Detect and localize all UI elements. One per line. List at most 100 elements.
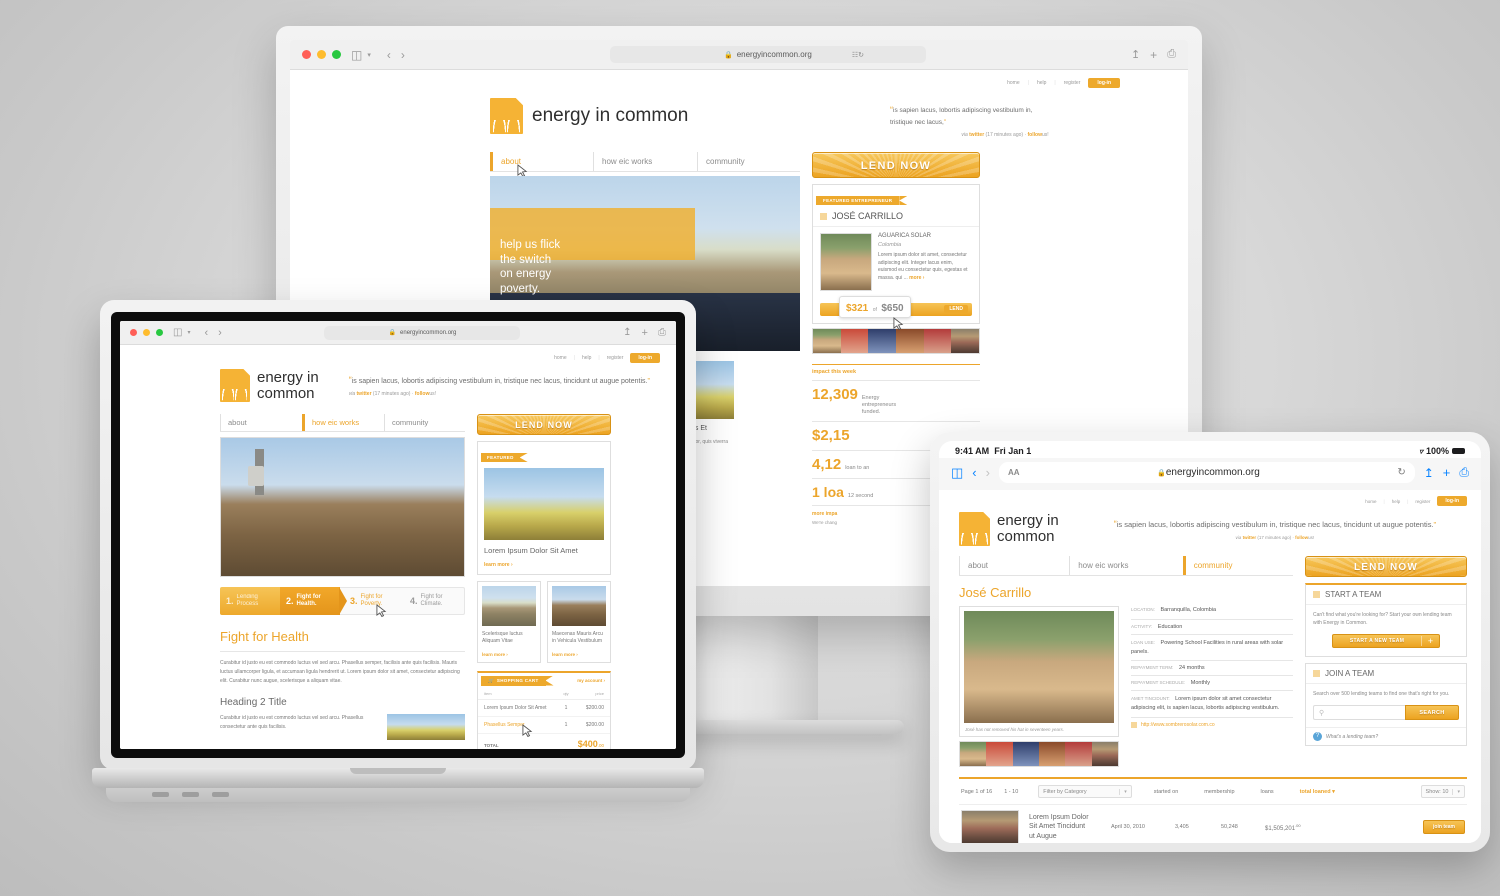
twitter-link[interactable]: twitter	[969, 132, 984, 138]
nav-item-how-eic-works[interactable]: how eic works	[1069, 556, 1183, 575]
lend-now-button[interactable]: LEND NOW	[1305, 556, 1467, 577]
follow-link[interactable]: follow	[1295, 535, 1308, 540]
chevron-down-icon[interactable]: ▾	[187, 329, 190, 336]
featured-learn-more[interactable]: learn more ›	[484, 562, 604, 568]
table-row[interactable]: Lorem Ipsum Dolor Sit Amet Tincidunt ut …	[959, 804, 1467, 843]
profile-website-row[interactable]: http://www.sombrerosolar.com.co	[1131, 721, 1293, 728]
back-icon[interactable]: ‹	[387, 48, 391, 62]
text-size-button[interactable]: AA	[1008, 468, 1020, 477]
top-nav-register[interactable]: register	[1415, 499, 1430, 504]
column-total-loaned[interactable]: total loaned ▾	[1300, 789, 1335, 795]
step-3[interactable]: 3. Fight for Poverty.	[340, 587, 404, 618]
thumbnail[interactable]	[960, 742, 987, 766]
new-tab-icon[interactable]: +	[1150, 48, 1157, 62]
top-nav-home[interactable]: home	[1007, 80, 1020, 86]
step-4[interactable]: 4. Fight for Climate.	[404, 587, 465, 615]
new-tab-icon[interactable]: +	[1443, 465, 1451, 480]
tablet-logo[interactable]: energy in common	[959, 512, 1059, 546]
tabs-icon[interactable]: ⎙	[658, 327, 666, 338]
login-button[interactable]: log-in	[1088, 78, 1120, 88]
twitter-link[interactable]: twitter	[357, 391, 372, 397]
column-started-on[interactable]: started on	[1154, 789, 1178, 795]
nav-item-how-eic-works[interactable]: how eic works	[593, 152, 697, 171]
more-link[interactable]: more ›	[909, 275, 924, 281]
top-nav-register[interactable]: register	[607, 355, 624, 361]
nav-item-about[interactable]: about	[959, 556, 1069, 575]
tabs-icon[interactable]: ⎙	[1459, 465, 1469, 480]
share-icon[interactable]: ↥	[623, 327, 631, 338]
lending-team-help-link[interactable]: What's a lending team?	[1326, 734, 1378, 740]
top-nav-help[interactable]: help	[582, 355, 591, 361]
new-tab-icon[interactable]: +	[642, 327, 648, 339]
top-nav-register[interactable]: register	[1064, 80, 1081, 86]
forward-icon[interactable]: ›	[986, 465, 990, 480]
window-controls[interactable]	[302, 50, 341, 59]
nav-item-community[interactable]: community	[1182, 556, 1293, 575]
top-nav-home[interactable]: home	[1365, 499, 1376, 504]
desktop-logo[interactable]: energy in common	[490, 98, 850, 134]
step-2[interactable]: 2. Fight for Health.	[280, 587, 347, 615]
sidebar-icon[interactable]: ◫	[951, 465, 963, 481]
nav-item-community[interactable]: community	[384, 414, 465, 431]
address-bar[interactable]: 🔒 energyincommon.org ☷↻	[609, 46, 926, 63]
login-button[interactable]: log-in	[630, 353, 660, 363]
share-icon[interactable]: ↥	[1424, 466, 1434, 480]
nav-item-community[interactable]: community	[697, 152, 800, 171]
thumbnail[interactable]	[1091, 742, 1118, 766]
back-icon[interactable]: ‹	[204, 327, 208, 339]
nav-item-about[interactable]: about	[490, 152, 593, 178]
card-link[interactable]: learn more ›	[552, 652, 606, 657]
profile-website-link[interactable]: http://www.sombrerosolar.com.co	[1141, 722, 1215, 728]
sidebar-icon[interactable]: ◫	[173, 327, 182, 338]
secondary-card[interactable]: Maecenas Mauris Arcu in Vehicula Vestibu…	[547, 581, 611, 663]
maximize-window-button[interactable]	[332, 50, 341, 59]
filter-by-category-select[interactable]: Filter by Category ▾	[1038, 785, 1132, 798]
maximize-window-button[interactable]	[156, 329, 163, 336]
laptop-logo[interactable]: energy in common	[220, 369, 319, 402]
thumbnail[interactable]	[1012, 742, 1039, 766]
lend-now-button[interactable]: LEND NOW	[812, 152, 980, 178]
lending-team-help-row[interactable]: ? What's a lending team?	[1306, 727, 1466, 745]
thumbnail[interactable]	[1038, 742, 1066, 766]
sidebar-icon[interactable]: ◫	[351, 48, 362, 62]
lend-button[interactable]: LEND	[944, 305, 968, 313]
thumbnail[interactable]	[813, 329, 841, 353]
top-nav-help[interactable]: help	[1392, 499, 1401, 504]
minimize-window-button[interactable]	[143, 329, 150, 336]
my-account-link[interactable]: my account ›	[577, 678, 605, 683]
address-bar[interactable]: AA 🔒energyincommon.org ↻	[998, 462, 1415, 483]
team-search-button[interactable]: SEARCH	[1405, 705, 1459, 720]
thumbnail[interactable]	[868, 329, 897, 353]
nav-item-about[interactable]: about	[220, 414, 302, 431]
show-count-select[interactable]: Show: 10 ▾	[1420, 785, 1465, 798]
top-nav-help[interactable]: help	[1037, 80, 1046, 86]
column-membership[interactable]: membership	[1204, 789, 1234, 795]
reader-icon[interactable]: ☷↻	[852, 51, 864, 59]
top-nav-home[interactable]: home	[554, 355, 567, 361]
step-1[interactable]: 1. Lending Process	[220, 587, 280, 615]
column-loans[interactable]: loans	[1261, 789, 1274, 795]
twitter-link[interactable]: twitter	[1243, 535, 1257, 540]
login-button[interactable]: log-in	[1437, 496, 1467, 506]
forward-icon[interactable]: ›	[401, 48, 405, 62]
join-team-button[interactable]: join team	[1423, 820, 1465, 834]
chevron-down-icon[interactable]: ▾	[367, 51, 371, 59]
thumbnail[interactable]	[1065, 742, 1092, 766]
minimize-window-button[interactable]	[317, 50, 326, 59]
nav-item-how-eic-works[interactable]: how eic works	[302, 414, 384, 431]
back-icon[interactable]: ‹	[972, 465, 976, 480]
entrepreneur-thumbnail-strip[interactable]	[812, 328, 980, 354]
address-bar[interactable]: 🔒 energyincommon.org	[324, 325, 521, 340]
reload-icon[interactable]: ↻	[1397, 467, 1405, 478]
follow-link[interactable]: follow	[415, 391, 429, 397]
forward-icon[interactable]: ›	[218, 327, 222, 339]
lend-now-button[interactable]: LEND NOW	[477, 414, 611, 435]
thumbnail[interactable]	[986, 742, 1013, 766]
close-window-button[interactable]	[302, 50, 311, 59]
close-window-button[interactable]	[130, 329, 137, 336]
share-icon[interactable]: ↥	[1131, 48, 1140, 61]
secondary-card[interactable]: Scelerisque luctus Aliquam Vitae learn m…	[477, 581, 541, 663]
window-controls[interactable]	[130, 329, 163, 336]
start-new-team-button[interactable]: START A NEW TEAM +	[1332, 634, 1440, 648]
thumbnail[interactable]	[951, 329, 980, 353]
